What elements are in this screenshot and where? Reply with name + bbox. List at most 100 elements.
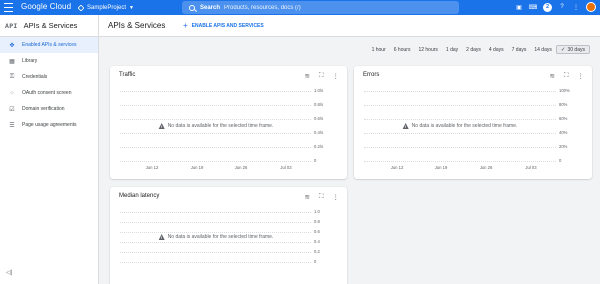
sidebar-item-page-usage-agreements[interactable]: ☰ Page usage agreements <box>0 117 98 133</box>
time-range-12-hours[interactable]: 12 hours <box>414 45 441 54</box>
sidebar-item-label: OAuth consent screen <box>22 90 72 96</box>
google-cloud-logo[interactable]: Google Cloud <box>21 2 71 11</box>
gridline <box>120 119 311 120</box>
x-tick-label: Jul 03 <box>525 165 537 170</box>
time-range-2-days[interactable]: 2 days <box>462 45 485 54</box>
gridline <box>120 161 311 162</box>
card-title: Median latency <box>119 193 160 199</box>
no-data-message: No data is available for the selected ti… <box>158 123 273 129</box>
time-range-label: 2 days <box>466 46 481 53</box>
gridline <box>120 252 311 253</box>
api-diamond-icon: ✥ <box>9 42 15 49</box>
time-range-7-days[interactable]: 7 days <box>508 45 531 54</box>
no-data-message: No data is available for the selected ti… <box>158 234 274 240</box>
api-logo-icon: API <box>5 21 18 30</box>
sidebar-item-label: Enabled APIs & services <box>22 42 77 48</box>
errors-card: Errors ≋ ⛶ ⋮ 100% 80% 60% 40% 20% 0 Jun 12 Jun … <box>354 66 592 179</box>
median-latency-card: Median latency ≋ ⛶ ⋮ 1.0 0.8 0.6 0.4 0.2 0 No … <box>110 187 347 284</box>
sidebar-item-label: Domain verification <box>22 106 65 112</box>
legend-toggle-icon[interactable]: ≋ <box>549 72 554 80</box>
gridline <box>120 222 311 223</box>
more-vert-icon[interactable]: ⋮ <box>333 72 340 80</box>
y-tick-label: 100% <box>559 88 570 93</box>
search-icon <box>189 4 195 11</box>
y-tick-label: 0 <box>314 158 317 163</box>
warning-icon <box>158 234 165 240</box>
fullscreen-icon[interactable]: ⛶ <box>564 72 569 80</box>
y-tick-label: 0.6/s <box>314 116 324 121</box>
y-tick-label: 20% <box>559 144 568 149</box>
y-tick-label: 0.2 <box>314 249 320 254</box>
search-placeholder: Products, resources, docs (/) <box>224 4 301 11</box>
sidebar-item-enabled-apis-services[interactable]: ✥ Enabled APIs & services <box>0 37 98 53</box>
gridline <box>120 232 311 233</box>
y-tick-label: 0.8 <box>314 219 320 224</box>
enable-apis-button[interactable]: + ENABLE APIS AND SERVICES <box>183 22 264 30</box>
sidebar-item-domain-verification[interactable]: ☑ Domain verification <box>0 101 98 117</box>
more-vert-icon[interactable]: ⋮ <box>572 3 580 11</box>
time-range-1-day[interactable]: 1 day <box>442 45 462 54</box>
top-app-bar: Google Cloud SampleProject ▼ Search Prod… <box>0 0 600 15</box>
consent-icon: ⁘ <box>9 90 15 97</box>
x-tick-label: Jun 12 <box>145 165 159 170</box>
time-range-label: 4 days <box>488 46 504 53</box>
x-tick-label: Jun 12 <box>390 165 404 170</box>
no-data-text: No data is available for the selected ti… <box>167 234 274 240</box>
sidebar-item-oauth-consent-screen[interactable]: ⁘ OAuth consent screen <box>0 85 98 101</box>
gift-icon[interactable]: ▣ <box>515 3 523 11</box>
time-range-label: 30 days <box>567 46 585 53</box>
time-range-label: 12 hours <box>418 46 438 53</box>
traffic-card: Traffic ≋ ⛶ ⋮ 1.0/s 0.8/s 0.6/s 0.4/s 0.2/s 0… <box>110 66 347 179</box>
y-tick-label: 40% <box>559 130 568 135</box>
cloud-shell-icon[interactable]: ⌨ <box>529 3 538 11</box>
sidebar-item-library[interactable]: ▦ Library <box>0 53 98 69</box>
y-tick-label: 0.6 <box>314 229 320 234</box>
gridline <box>120 242 311 243</box>
fullscreen-icon[interactable]: ⛶ <box>319 72 324 80</box>
time-range-label: 6 hours <box>393 46 411 53</box>
x-tick-label: Jun 19 <box>190 165 204 170</box>
key-icon: ⚿ <box>9 73 15 80</box>
sidebar-header: API APIs & Services <box>0 15 98 37</box>
sidebar: API APIs & Services ✥ Enabled APIs & serv… <box>0 15 99 284</box>
time-range-14-days[interactable]: 14 days <box>530 45 556 54</box>
fullscreen-icon[interactable]: ⛶ <box>319 193 324 201</box>
time-range-selector: 1 hour 6 hours 12 hours 1 day 2 days 4 days 7 … <box>368 45 590 54</box>
time-range-6-hours[interactable]: 6 hours <box>390 45 415 54</box>
chevron-down-icon: ▼ <box>129 4 134 11</box>
domain-icon: ☑ <box>9 106 15 113</box>
y-tick-label: 1.0 <box>314 209 320 214</box>
collapse-sidebar-icon[interactable]: ◁| <box>6 269 12 276</box>
sidebar-item-label: Page usage agreements <box>22 122 77 128</box>
more-vert-icon[interactable]: ⋮ <box>333 193 340 201</box>
no-data-message: No data is available for the selected ti… <box>402 123 517 129</box>
sidebar-item-credentials[interactable]: ⚿ Credentials <box>0 69 98 85</box>
time-range-30-days[interactable]: ✓ 30 days <box>555 45 590 54</box>
notifications-badge[interactable]: 2 <box>543 2 552 12</box>
legend-toggle-icon[interactable]: ≋ <box>304 193 309 201</box>
more-vert-icon[interactable]: ⋮ <box>578 72 585 80</box>
menu-icon[interactable] <box>4 3 13 12</box>
sidebar-item-label: Library <box>22 58 38 64</box>
gridline <box>364 133 556 134</box>
card-title: Errors <box>363 72 380 78</box>
legend-toggle-icon[interactable]: ≋ <box>304 72 309 80</box>
time-range-4-days[interactable]: 4 days <box>485 45 508 54</box>
agreements-icon: ☰ <box>9 122 15 129</box>
help-icon[interactable]: ? <box>558 3 566 11</box>
gridline <box>120 105 311 106</box>
project-picker[interactable]: SampleProject ▼ <box>77 3 134 13</box>
search-input[interactable]: Search Products, resources, docs (/) <box>182 1 459 14</box>
gridline <box>120 91 311 92</box>
page-header: APIs & Services + ENABLE APIS AND SERVIC… <box>99 15 600 37</box>
page-title: APIs & Services <box>108 21 166 30</box>
time-range-1-hour[interactable]: 1 hour <box>368 45 390 54</box>
avatar[interactable] <box>586 2 596 12</box>
sidebar-item-label: Credentials <box>22 74 48 80</box>
y-tick-label: 0.2/s <box>314 144 324 149</box>
gridline <box>364 147 556 148</box>
time-range-label: 14 days <box>534 46 552 53</box>
gridline <box>364 119 556 120</box>
sidebar-title: APIs & Services <box>23 21 78 30</box>
plus-icon: + <box>183 21 188 30</box>
